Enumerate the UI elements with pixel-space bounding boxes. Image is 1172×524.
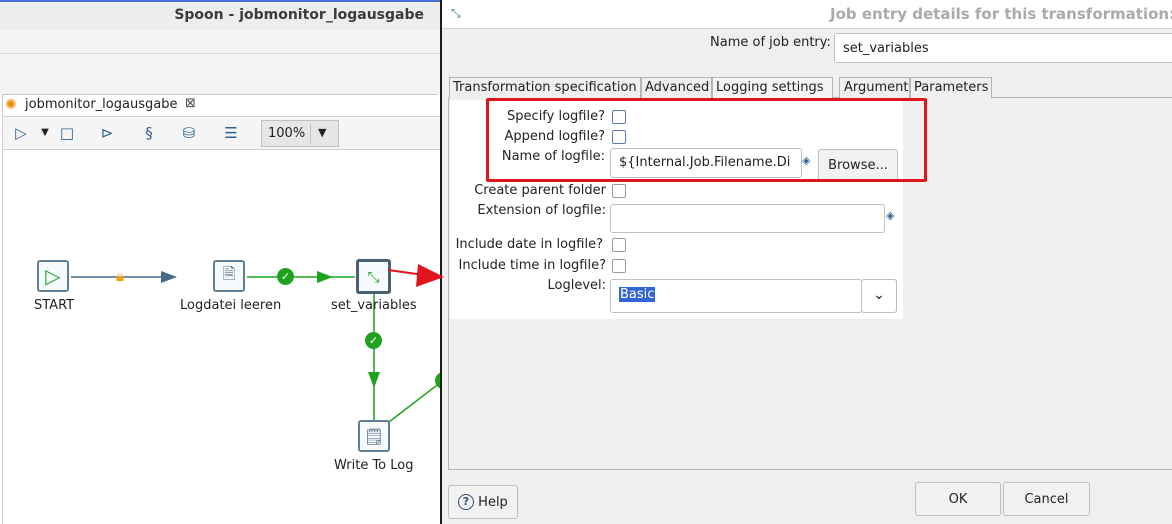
include-date-checkbox[interactable] [612, 238, 626, 252]
zoom-value: 100% [268, 126, 306, 141]
red-arrow-annotation [388, 264, 444, 287]
set-variables-node-label: set_variables [331, 298, 417, 313]
tab-parameters[interactable]: Parameters [910, 77, 992, 98]
start-node-label: START [34, 298, 75, 313]
job-tab[interactable]: ✺ jobmonitor_logausgabe ⊠ [2, 94, 438, 116]
help-icon: ? [458, 494, 474, 510]
create-parent-folder-label: Create parent folder [474, 183, 606, 198]
job-canvas[interactable]: 🔒︎ ✓ ✓ ▷ START 🗎︎ Logdatei leeren ⤡ set_… [2, 150, 440, 524]
tab-logging-settings[interactable]: Logging settings [712, 77, 833, 98]
ok-button[interactable]: OK [915, 482, 1001, 516]
success-check-icon[interactable]: ✓ [277, 268, 294, 285]
help-button-label: Help [478, 494, 508, 510]
lock-icon[interactable]: 🔒︎ [116, 267, 124, 285]
dialog-titlebar: ⤡ Job entry details for this transformat… [442, 0, 1172, 29]
name-of-job-entry-label: Name of job entry: [710, 35, 831, 50]
spoon-titlebar: Spoon - jobmonitor_logausgabe [0, 0, 440, 30]
spoon-window: Spoon - jobmonitor_logausgabe ✺ jobmonit… [0, 0, 440, 524]
loglevel-label: Loglevel: [547, 278, 606, 293]
logfile-name-input[interactable]: ${Internal.Job.Filename.Di [610, 148, 802, 178]
file-icon: 🗎︎ [222, 263, 236, 283]
log-document-icon: 🗒︎ [363, 426, 385, 446]
set-variables-node[interactable]: ⤡ [356, 259, 391, 294]
hop-arrowhead [317, 271, 333, 283]
help-button[interactable]: ? Help [448, 485, 518, 519]
logdatei-node-label: Logdatei leeren [180, 298, 282, 313]
zoom-select[interactable]: 100% ▼ [261, 120, 339, 147]
tab-transformation-specification[interactable]: Transformation specification [449, 77, 641, 98]
name-of-logfile-label: Name of logfile: [501, 149, 605, 164]
close-tab-icon[interactable]: ⊠ [185, 96, 196, 111]
job-tab-label: jobmonitor_logausgabe [25, 97, 178, 112]
preview-run-icon[interactable]: ⊳ [97, 123, 117, 143]
append-logfile-checkbox[interactable] [612, 130, 626, 144]
hop-arrowhead [368, 372, 380, 388]
write-to-log-node-label: Write To Log [334, 458, 414, 473]
loglevel-select[interactable]: Basic [610, 279, 862, 313]
tab-argument[interactable]: Argument [839, 77, 910, 98]
logdatei-node[interactable]: 🗎︎ [213, 260, 245, 292]
loglevel-selected-value: Basic [619, 287, 656, 302]
chevron-down-icon: ⌄ [873, 287, 885, 303]
loglevel-dropdown-button[interactable]: ⌄ [861, 279, 897, 313]
browse-button[interactable]: Browse... [818, 149, 898, 182]
spoon-menubar [0, 30, 440, 54]
run-icon[interactable]: ▷ [11, 123, 31, 143]
create-parent-folder-checkbox[interactable] [612, 184, 626, 198]
chevron-down-icon[interactable]: ▼ [318, 126, 326, 139]
hop-writelog-next [388, 381, 440, 423]
zoom-separator [310, 124, 311, 143]
extension-of-logfile-input[interactable] [610, 204, 885, 233]
script-icon[interactable]: § [139, 123, 159, 143]
logging-settings-form: Specify logfile? Append logfile? Name of… [450, 100, 903, 319]
db-explore-icon[interactable]: ⛁ [179, 123, 199, 143]
extension-of-logfile-label: Extension of logfile: [477, 203, 606, 218]
start-node[interactable]: ▷ [37, 260, 69, 292]
dialog-title: Job entry details for this transformatio… [830, 5, 1172, 23]
spoon-window-title: Spoon - jobmonitor_logausgabe [174, 7, 424, 23]
specify-logfile-checkbox[interactable] [612, 110, 626, 124]
spoon-perspective-bar [0, 54, 440, 94]
transformation-icon: ⤡ [451, 6, 461, 20]
append-logfile-label: Append logfile? [504, 129, 605, 144]
include-time-label: Include time in logfile? [458, 258, 606, 273]
variable-icon[interactable]: ◈ [886, 210, 896, 221]
start-play-icon: ▷ [45, 264, 61, 288]
tab-advanced[interactable]: Advanced [641, 77, 712, 98]
variable-icon[interactable]: ◈ [802, 155, 812, 166]
spoon-toolbar: ▷ ▼ □ ⊳ § ⛁ ☰ 100% ▼ [2, 116, 440, 150]
include-date-label: Include date in logfile? [455, 237, 603, 252]
specify-logfile-label: Specify logfile? [507, 109, 605, 124]
compress-arrows-icon: ⤡ [367, 267, 380, 286]
cancel-button[interactable]: Cancel [1003, 482, 1090, 516]
hop-arrowhead [161, 271, 177, 283]
include-time-checkbox[interactable] [612, 259, 626, 273]
run-options-dropdown-icon[interactable]: ▼ [35, 123, 55, 143]
name-of-job-entry-input[interactable] [834, 33, 1172, 63]
job-icon: ✺ [5, 97, 17, 113]
success-check-icon[interactable]: ✓ [365, 332, 382, 349]
job-entry-dialog: ⤡ Job entry details for this transformat… [440, 0, 1172, 524]
stop-icon[interactable]: □ [57, 123, 77, 143]
layout-icon[interactable]: ☰ [221, 123, 241, 143]
write-to-log-node[interactable]: 🗒︎ [358, 420, 390, 452]
